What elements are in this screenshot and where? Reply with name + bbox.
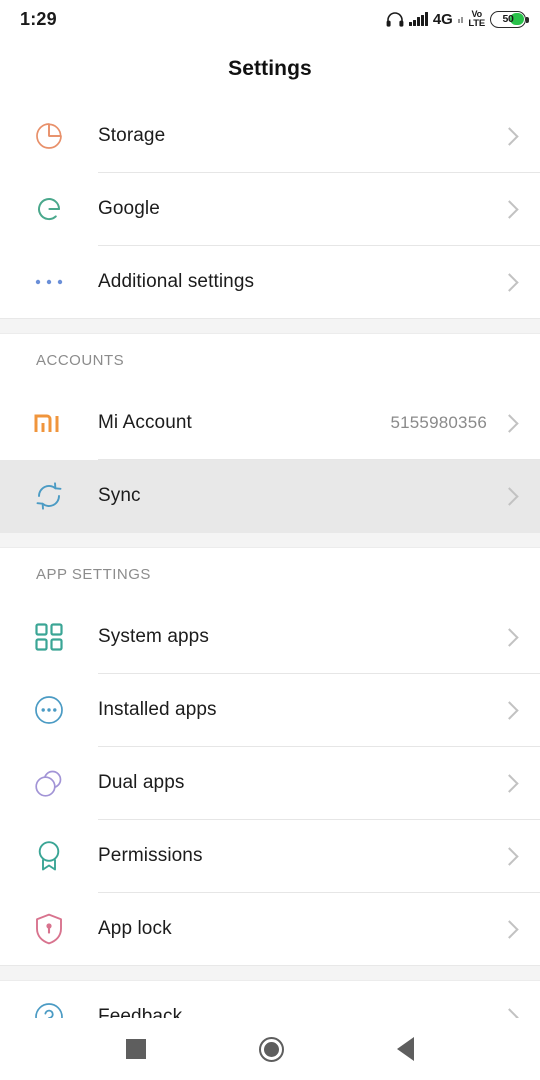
section-gap: [0, 532, 540, 548]
page-title: Settings: [228, 57, 312, 80]
chevron-right-icon: [500, 846, 519, 866]
chevron-right-icon: [500, 272, 519, 292]
grid-squares-icon: [0, 601, 98, 673]
settings-row-label: System apps: [98, 626, 209, 647]
settings-row-label: Installed apps: [98, 699, 217, 720]
secondary-signal-icon: [457, 15, 464, 23]
title-bar: Settings: [0, 38, 540, 100]
settings-row-dual-apps[interactable]: Dual apps: [0, 747, 540, 819]
settings-row-value: 5155980356: [390, 413, 487, 432]
settings-row-additional-settings[interactable]: Additional settings: [0, 246, 540, 318]
settings-row-label: Google: [98, 198, 160, 219]
circle-dots-icon: [0, 674, 98, 746]
pie-chart-icon: [0, 100, 98, 172]
settings-row-google[interactable]: Google: [0, 173, 540, 245]
section-header-accounts: ACCOUNTS: [0, 334, 540, 387]
volte-icon: Vo LTE: [468, 9, 485, 29]
dual-circles-icon: [0, 747, 98, 819]
settings-list[interactable]: Storage Google Additional settings ACCOUNTS…: [0, 100, 540, 1053]
settings-row-sync[interactable]: Sync: [0, 460, 540, 532]
recents-button-icon[interactable]: [126, 1039, 147, 1059]
chevron-right-icon: [500, 486, 519, 506]
settings-group-general: Storage Google Additional settings: [0, 100, 540, 318]
signal-bars-icon: [409, 12, 428, 26]
settings-group-app-settings: APP SETTINGS System apps Installed apps Dua…: [0, 548, 540, 965]
settings-row-label: Dual apps: [98, 772, 185, 793]
status-bar-icons: 4G Vo LTE 50: [386, 9, 529, 29]
volte-line-2: LTE: [468, 17, 485, 29]
chevron-right-icon: [500, 199, 519, 219]
chevron-right-icon: [500, 627, 519, 647]
settings-row-label: App lock: [98, 918, 172, 939]
settings-row-label: Mi Account: [98, 412, 192, 433]
sync-icon: [0, 460, 98, 532]
chevron-right-icon: [500, 773, 519, 793]
chevron-right-icon: [500, 126, 519, 146]
section-gap: [0, 318, 540, 334]
settings-group-accounts: ACCOUNTS Mi Account 5155980356 Sync: [0, 334, 540, 532]
status-bar-clock: 1:29: [20, 8, 57, 29]
battery-percent-label: 50: [502, 13, 514, 25]
settings-row-label: Permissions: [98, 845, 203, 866]
settings-row-label: Storage: [98, 125, 166, 146]
award-ribbon-icon: [0, 820, 98, 892]
google-g-icon: [0, 173, 98, 245]
settings-row-installed-apps[interactable]: Installed apps: [0, 674, 540, 746]
settings-row-permissions[interactable]: Permissions: [0, 820, 540, 892]
settings-row-app-lock[interactable]: App lock: [0, 893, 540, 965]
settings-row-label: Additional settings: [98, 271, 255, 292]
settings-row-system-apps[interactable]: System apps: [0, 601, 540, 673]
chevron-right-icon: [500, 919, 519, 939]
section-header-app-settings: APP SETTINGS: [0, 548, 540, 601]
shield-lock-icon: [0, 893, 98, 965]
section-header-label: ACCOUNTS: [36, 352, 125, 369]
headphone-icon: [386, 11, 404, 27]
section-header-label: APP SETTINGS: [36, 566, 151, 583]
chevron-right-icon: [500, 700, 519, 720]
chevron-right-icon: [500, 413, 519, 433]
settings-row-mi-account[interactable]: Mi Account 5155980356: [0, 387, 540, 459]
back-button-icon[interactable]: [396, 1037, 414, 1061]
home-button-icon[interactable]: [258, 1036, 284, 1062]
settings-row-storage[interactable]: Storage: [0, 100, 540, 172]
network-type-label: 4G: [432, 10, 453, 28]
status-bar: 1:29 4G Vo LTE 50: [0, 0, 540, 38]
settings-row-label: Sync: [98, 485, 141, 506]
section-gap: [0, 965, 540, 981]
battery-icon: 50: [490, 10, 529, 28]
mi-logo-icon: [0, 387, 98, 459]
three-dots-icon: [0, 246, 98, 318]
navigation-bar: [0, 1018, 540, 1080]
